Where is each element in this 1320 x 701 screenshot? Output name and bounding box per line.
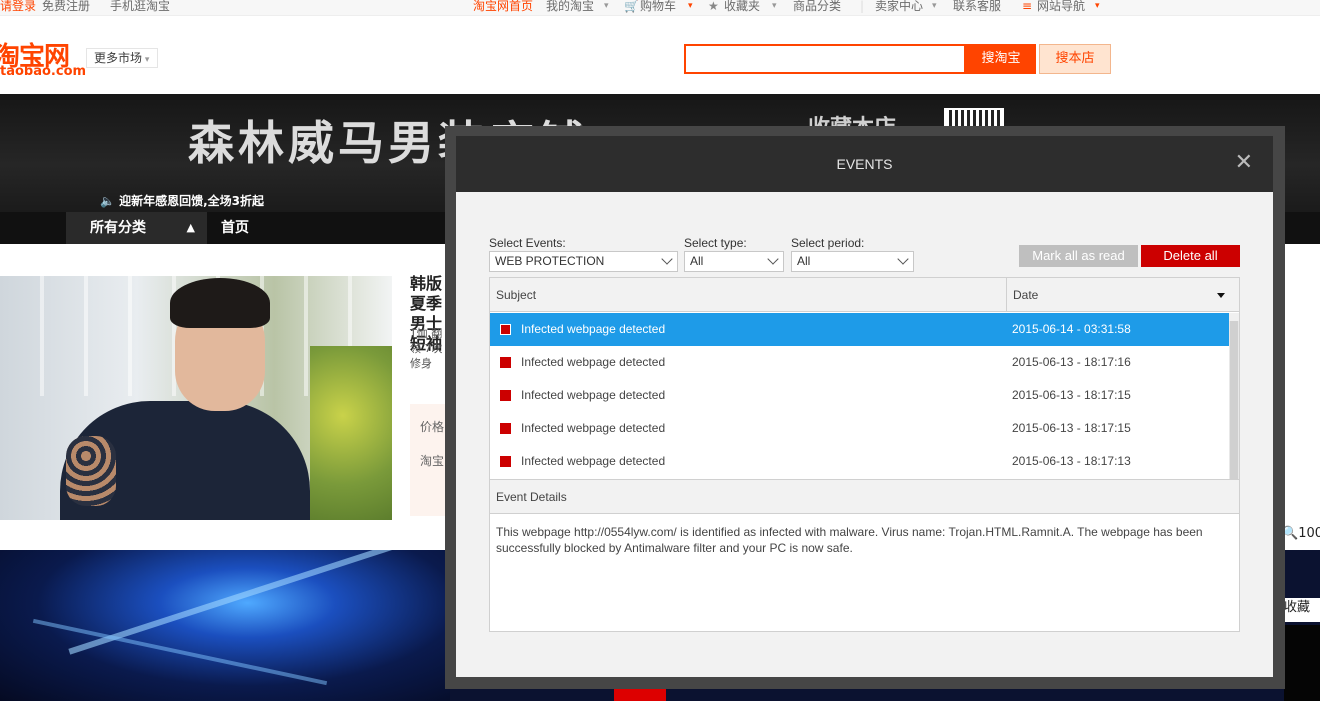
chevron-down-icon: [661, 253, 673, 265]
price-label: 价格: [420, 420, 445, 434]
more-market-dropdown[interactable]: 更多市场 ▾: [86, 48, 158, 68]
search-taobao-button[interactable]: 搜淘宝: [966, 44, 1036, 74]
more-market-label: 更多市场: [94, 51, 143, 65]
events-filter-label: Select Events:: [489, 236, 566, 250]
search-input[interactable]: [684, 44, 966, 74]
table-row[interactable]: Infected webpage detected 2015-06-13 - 1…: [490, 346, 1229, 379]
chevron-down-icon: ▾: [604, 1, 609, 11]
close-icon[interactable]: ✕: [1235, 152, 1253, 174]
row-subject: Infected webpage detected: [521, 454, 666, 468]
cart-link[interactable]: 购物车: [640, 0, 676, 12]
severity-icon: [500, 423, 511, 434]
table-header: Subject Date: [490, 278, 1239, 312]
table-rows: Infected webpage detected 2015-06-14 - 0…: [490, 313, 1229, 478]
type-filter-label: Select type:: [684, 236, 747, 250]
customer-service-link[interactable]: 联系客服: [953, 0, 1001, 12]
chevron-down-icon: [767, 253, 779, 265]
site-nav-link[interactable]: 网站导航: [1037, 0, 1085, 12]
table-row[interactable]: Infected webpage detected 2015-06-13 - 1…: [490, 379, 1229, 412]
photo-plant: [310, 346, 392, 520]
chevron-down-icon: ▾: [688, 1, 693, 11]
severity-icon: [500, 456, 511, 467]
event-details-text: This webpage http://0554lyw.com/ is iden…: [489, 514, 1240, 632]
row-date: 2015-06-13 - 18:17:16: [1012, 355, 1131, 369]
cart-icon: 🛒: [624, 0, 639, 13]
taobao-logo-domain: taobao.com: [0, 64, 87, 79]
events-filter-value: WEB PROTECTION: [495, 254, 605, 268]
zoom-value: 100: [1298, 526, 1320, 541]
chevron-down-icon: ▾: [142, 55, 150, 65]
promo-label: 迎新年感恩回馈,全场3折起: [119, 194, 265, 208]
date-column-label: Date: [1013, 288, 1039, 302]
severity-icon: [500, 324, 511, 335]
product-photo[interactable]: [0, 276, 392, 520]
collect-link[interactable]: 收藏: [1284, 598, 1320, 622]
events-table: Subject Date Infected webpage detected 2…: [489, 277, 1240, 480]
table-row[interactable]: Infected webpage detected 2015-06-13 - 1…: [490, 445, 1229, 478]
login-link[interactable]: 请登录: [0, 0, 36, 12]
taobao-top-bar: 请登录 免费注册 手机逛淘宝 淘宝网首页 我的淘宝 ▾ 🛒 购物车 ▾ ★ 收藏…: [0, 0, 1320, 16]
zoom-control[interactable]: 🔍100: [1282, 525, 1320, 547]
categories-link[interactable]: 商品分类: [793, 0, 841, 12]
row-date: 2015-06-13 - 18:17:15: [1012, 388, 1131, 402]
period-filter-value: All: [797, 254, 811, 268]
table-row[interactable]: Infected webpage detected 2015-06-14 - 0…: [490, 313, 1229, 346]
all-categories-menu[interactable]: 所有分类 ▲: [66, 212, 207, 244]
events-dialog-body: Select Events: WEB PROTECTION Select typ…: [456, 192, 1273, 677]
chevron-down-icon: [897, 253, 909, 265]
chevron-down-icon: ▾: [772, 1, 777, 11]
row-date: 2015-06-13 - 18:17:15: [1012, 421, 1131, 435]
photo-sleeve: [66, 436, 116, 506]
event-details-header: Event Details: [489, 480, 1240, 514]
type-filter-value: All: [690, 254, 704, 268]
row-date: 2015-06-13 - 18:17:13: [1012, 454, 1131, 468]
row-date: 2015-06-14 - 03:31:58: [1012, 322, 1131, 336]
graphic-dark-panel: [1284, 625, 1320, 701]
my-taobao-link[interactable]: 我的淘宝: [546, 0, 594, 12]
row-subject: Infected webpage detected: [521, 355, 666, 369]
speaker-icon: 🔈: [100, 194, 120, 208]
seller-center-link[interactable]: 卖家中心: [875, 0, 923, 12]
photo-hair: [170, 278, 270, 328]
search-shop-button[interactable]: 搜本店: [1039, 44, 1111, 74]
sort-desc-icon: [1217, 293, 1225, 298]
mark-all-read-button[interactable]: Mark all as read: [1019, 245, 1138, 267]
period-filter-select[interactable]: All: [791, 251, 914, 272]
scroll-up-button[interactable]: [1229, 313, 1239, 321]
dialog-title: EVENTS: [836, 156, 893, 172]
row-subject: Infected webpage detected: [521, 322, 666, 336]
table-row[interactable]: Infected webpage detected 2015-06-13 - 1…: [490, 412, 1229, 445]
severity-icon: [500, 357, 511, 368]
severity-icon: [500, 390, 511, 401]
row-subject: Infected webpage detected: [521, 421, 666, 435]
nav-home-link[interactable]: 首页: [221, 212, 249, 244]
register-link[interactable]: 免费注册: [42, 0, 90, 12]
chevron-up-icon: ▲: [186, 221, 195, 234]
promo-text: 🔈 迎新年感恩回馈,全场3折起: [100, 192, 264, 209]
product-specs: T恤 翻领 7次 修身: [410, 327, 443, 370]
mobile-link[interactable]: 手机逛淘宝: [110, 0, 170, 12]
period-filter-label: Select period:: [791, 236, 865, 250]
table-scrollbar[interactable]: [1229, 313, 1239, 479]
delete-all-button[interactable]: Delete all: [1141, 245, 1240, 267]
row-subject: Infected webpage detected: [521, 388, 666, 402]
subject-column-header[interactable]: Subject: [490, 278, 1006, 312]
scrollbar-thumb[interactable]: [1230, 321, 1238, 479]
events-filter-select[interactable]: WEB PROTECTION: [489, 251, 678, 272]
favorites-link[interactable]: 收藏夹: [724, 0, 760, 12]
type-filter-select[interactable]: All: [684, 251, 784, 272]
chevron-down-icon: ▾: [1095, 1, 1100, 11]
taobao-price-label: 淘宝: [420, 454, 445, 468]
all-categories-label: 所有分类: [90, 220, 146, 236]
taobao-header: 淘宝网 taobao.com 更多市场 ▾ 搜淘宝 搜本店: [0, 16, 1320, 94]
star-icon: ★: [708, 0, 719, 13]
price-box: 价格 淘宝: [410, 404, 450, 516]
date-column-header[interactable]: Date: [1006, 278, 1239, 312]
events-dialog-header: EVENTS ✕: [456, 136, 1273, 192]
chevron-down-icon: ▾: [932, 1, 937, 11]
divider: |: [860, 0, 865, 13]
taobao-home-link[interactable]: 淘宝网首页: [473, 0, 533, 12]
menu-icon: ≡: [1022, 0, 1033, 13]
